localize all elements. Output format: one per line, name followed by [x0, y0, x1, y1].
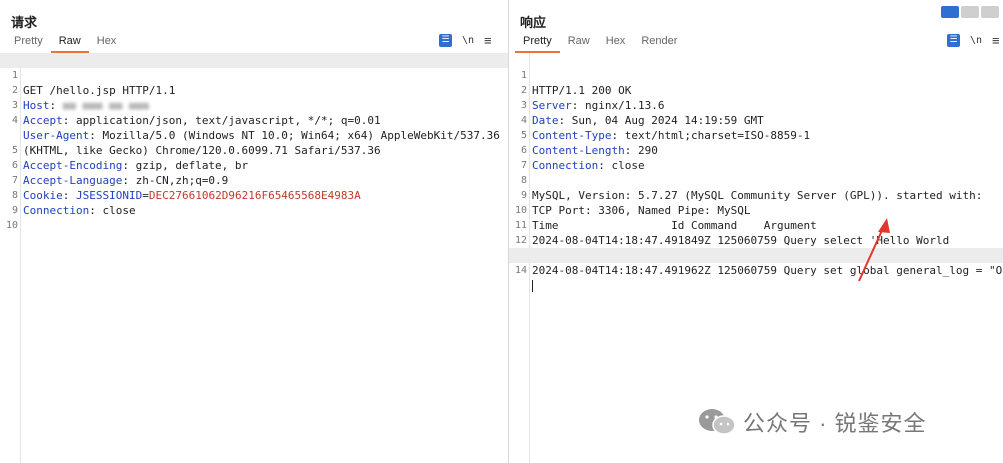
- watermark-text: 公众号 · 锐鉴安全: [743, 411, 927, 436]
- wechat-icon: [699, 409, 736, 435]
- watermark: 公众号 · 锐鉴安全: [697, 406, 927, 438]
- annotation-arrow: [858, 218, 890, 282]
